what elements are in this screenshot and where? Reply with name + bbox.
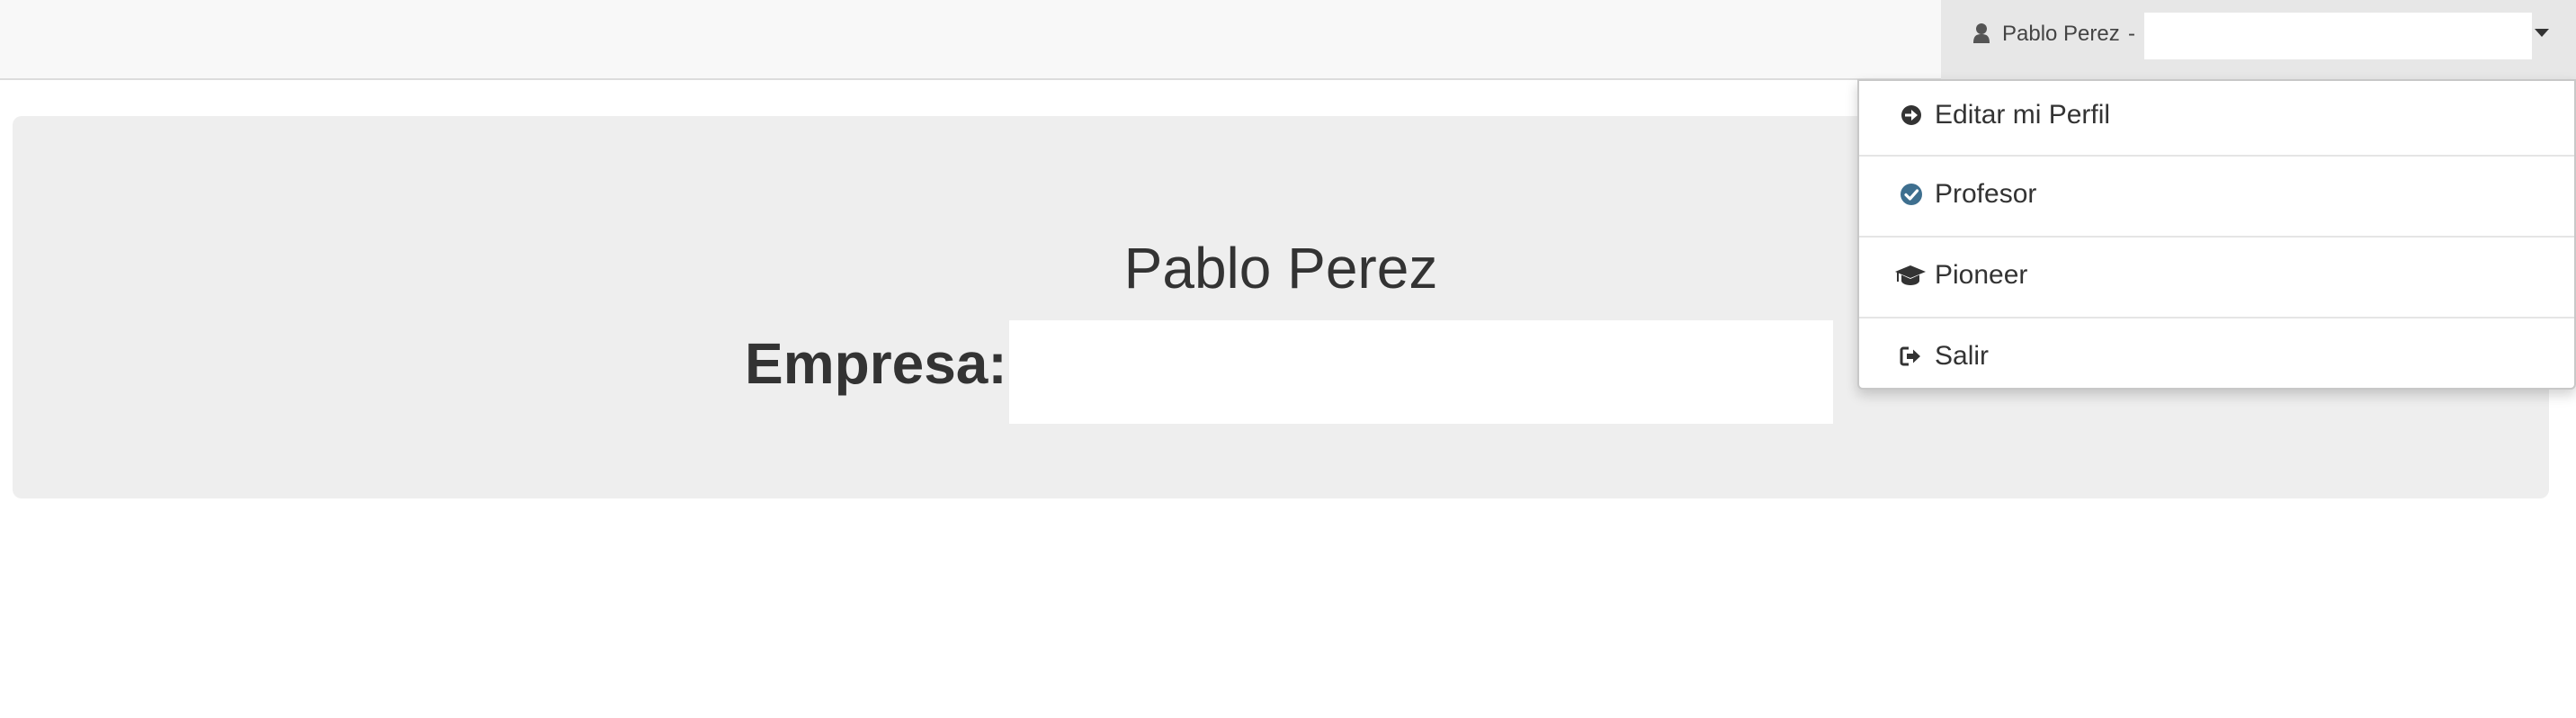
user-icon bbox=[1973, 23, 1990, 43]
menu-divider bbox=[1859, 236, 2574, 238]
circle-arrow-right-icon bbox=[1901, 105, 1921, 125]
menu-item-label: Pioneer bbox=[1935, 260, 2028, 290]
sign-out-icon bbox=[1900, 346, 1920, 366]
menu-divider bbox=[1859, 317, 2574, 319]
company-value bbox=[1009, 320, 1833, 424]
top-navbar: Pablo Perez - bbox=[0, 0, 2576, 80]
navbar-user-name[interactable]: Pablo Perez bbox=[2002, 21, 2120, 48]
check-circle-icon bbox=[1901, 184, 1922, 205]
caret-down-icon[interactable] bbox=[2535, 29, 2549, 37]
menu-divider bbox=[1859, 155, 2574, 157]
navbar-user-company[interactable] bbox=[2144, 13, 2532, 59]
menu-item-label: Profesor bbox=[1935, 179, 2037, 209]
menu-item-pioneer[interactable]: Pioneer bbox=[1859, 243, 2574, 322]
menu-item-label: Editar mi Perfil bbox=[1935, 100, 2111, 130]
navbar-user-separator: - bbox=[2128, 22, 2135, 46]
graduation-cap-icon bbox=[1895, 265, 1926, 285]
menu-item-salir[interactable]: Salir bbox=[1859, 324, 2574, 403]
menu-item-profesor[interactable]: Profesor bbox=[1859, 162, 2574, 241]
user-dropdown-menu: Editar mi Perfil Profesor Pioneer Salir bbox=[1857, 79, 2576, 390]
menu-item-edit-profile[interactable]: Editar mi Perfil bbox=[1859, 81, 2574, 160]
menu-item-label: Salir bbox=[1935, 341, 1990, 371]
